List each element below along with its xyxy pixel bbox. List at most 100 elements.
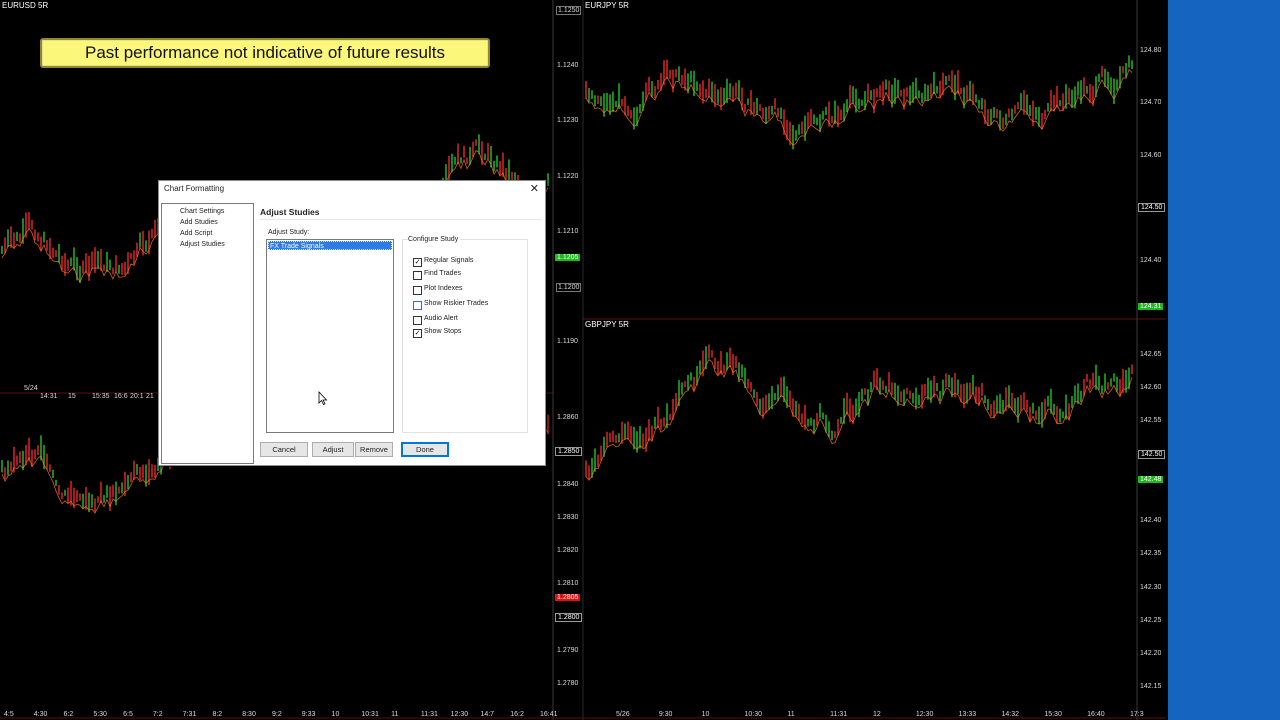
panel-divider xyxy=(260,219,542,220)
time-label: 14:7 xyxy=(480,711,495,718)
done-button[interactable]: Done xyxy=(401,442,449,457)
price-label: 1.1250 xyxy=(556,6,582,15)
time-label: 20:1 xyxy=(130,393,144,400)
time-label: 12:30 xyxy=(450,711,469,718)
desktop-side-band xyxy=(1168,0,1280,720)
time-label: 12:30 xyxy=(915,711,934,718)
time-label: 5:30 xyxy=(93,711,107,718)
time-label: 14:31 xyxy=(40,393,58,400)
list-item-selected[interactable]: FX Trade Signals xyxy=(268,241,392,250)
price-label: 124.40 xyxy=(1140,257,1162,264)
current-price-tag: 124.31 xyxy=(1138,303,1164,310)
disclaimer-banner: Past performance not indicative of futur… xyxy=(40,38,490,68)
mouse-cursor-icon xyxy=(318,391,328,405)
checkbox[interactable] xyxy=(413,286,422,295)
configure-study-group: ✓ Regular Signals Find Trades Plot Index… xyxy=(402,239,528,433)
price-label: 124.80 xyxy=(1140,47,1162,54)
option-label: Find Trades xyxy=(424,270,461,277)
price-label: 1.1240 xyxy=(557,62,579,69)
time-label: 14:32 xyxy=(1001,711,1020,718)
time-label: 16:40 xyxy=(1087,711,1105,718)
time-label: 16:41 xyxy=(540,711,558,718)
time-label: 9:30 xyxy=(658,711,673,718)
secondary-price-tag: 1.2800 xyxy=(555,613,583,622)
option-label: Regular Signals xyxy=(424,257,474,264)
chart-title-eurusd: EURUSD 5R xyxy=(2,1,49,10)
tree-item-adjust-studies[interactable]: Adjust Studies xyxy=(180,241,225,248)
price-label: 1.2790 xyxy=(557,647,579,654)
time-label: 16:6 xyxy=(114,393,128,400)
time-label: 11 xyxy=(391,711,399,718)
price-label: 1.2810 xyxy=(557,580,579,587)
price-label: 1.1220 xyxy=(557,173,579,180)
highlight-price-tag: 124.50 xyxy=(1138,203,1166,212)
price-label: 1.2780 xyxy=(557,680,579,687)
price-label: 1.1200 xyxy=(556,283,582,292)
price-label: 142.30 xyxy=(1140,584,1162,591)
adjust-button[interactable]: Adjust xyxy=(312,442,354,457)
price-label: 142.35 xyxy=(1140,550,1162,557)
price-label: 142.55 xyxy=(1140,417,1162,424)
time-label: 16:2 xyxy=(510,711,524,718)
time-label: 4:30 xyxy=(33,711,48,718)
time-label: 10:31 xyxy=(361,711,379,718)
time-label: 21 xyxy=(146,393,154,400)
time-label: 10:30 xyxy=(744,711,763,718)
checkbox[interactable] xyxy=(413,316,422,325)
configure-study-label: Configure Study xyxy=(408,236,461,243)
price-label: 1.1190 xyxy=(557,338,578,345)
highlight-price-tag: 142.50 xyxy=(1138,450,1166,459)
panel-title: Adjust Studies xyxy=(260,207,320,217)
price-label: 1.2840 xyxy=(557,481,579,488)
price-label: 142.40 xyxy=(1140,517,1162,524)
time-label: 10 xyxy=(701,711,710,718)
time-label: 15 xyxy=(68,393,76,400)
dialog-title: Chart Formatting xyxy=(164,184,225,193)
price-label: 124.60 xyxy=(1140,152,1162,159)
time-label: 5/26 xyxy=(616,711,630,718)
price-label: 142.20 xyxy=(1140,650,1162,657)
time-label: 15:35 xyxy=(92,393,110,400)
price-label: 142.65 xyxy=(1140,351,1162,358)
time-label: 7:2 xyxy=(152,711,163,718)
price-label: 1.1210 xyxy=(557,228,579,235)
time-label: 7:31 xyxy=(182,711,197,718)
time-label: 15:30 xyxy=(1044,711,1062,718)
remove-button[interactable]: Remove xyxy=(355,442,393,457)
option-label: Show Stops xyxy=(424,328,462,335)
time-label: 4:5 xyxy=(4,711,14,718)
time-label: 8:30 xyxy=(242,711,256,718)
tree-item-add-studies[interactable]: Add Studies xyxy=(180,219,218,226)
settings-tree: Chart Settings Add Studies Add Script Ad… xyxy=(161,203,254,464)
price-label: 1.1230 xyxy=(557,117,579,124)
highlight-price-tag: 1.2850 xyxy=(555,447,583,456)
current-price-tag: 1.1205 xyxy=(555,254,581,261)
chart-formatting-dialog: Chart Formatting ✕ Chart Settings Add St… xyxy=(158,180,546,466)
chart-title-eurjpy: EURJPY 5R xyxy=(585,1,629,10)
time-label: 11:31 xyxy=(420,711,438,718)
checkbox-checked[interactable]: ✓ xyxy=(413,258,422,267)
time-label: 6:2 xyxy=(63,711,74,718)
time-label: 9:2 xyxy=(272,711,282,718)
option-label: Audio Alert xyxy=(424,315,458,322)
time-label: 8:2 xyxy=(212,711,223,718)
time-label: 17:3 xyxy=(1130,711,1144,718)
time-label: 11 xyxy=(787,711,795,718)
tree-item-add-script[interactable]: Add Script xyxy=(180,230,212,237)
tree-item-chart-settings[interactable]: Chart Settings xyxy=(180,208,224,215)
cancel-button[interactable]: Cancel xyxy=(260,442,308,457)
close-icon[interactable]: ✕ xyxy=(530,182,539,195)
time-label: 12 xyxy=(873,711,881,718)
checkbox-checked[interactable]: ✓ xyxy=(413,329,422,338)
time-label: 10 xyxy=(331,711,340,718)
price-label: 1.2860 xyxy=(557,414,579,421)
study-list[interactable]: FX Trade Signals xyxy=(266,239,394,433)
checkbox[interactable] xyxy=(413,271,422,280)
price-label: 1.2830 xyxy=(557,514,579,521)
time-label: 9:33 xyxy=(301,711,316,718)
adjust-study-label: Adjust Study: xyxy=(268,229,310,236)
price-label: 142.15 xyxy=(1140,683,1162,690)
option-label: Show Riskier Trades xyxy=(424,300,489,307)
checkbox[interactable] xyxy=(413,301,422,310)
current-price-tag: 1.2805 xyxy=(555,594,581,601)
